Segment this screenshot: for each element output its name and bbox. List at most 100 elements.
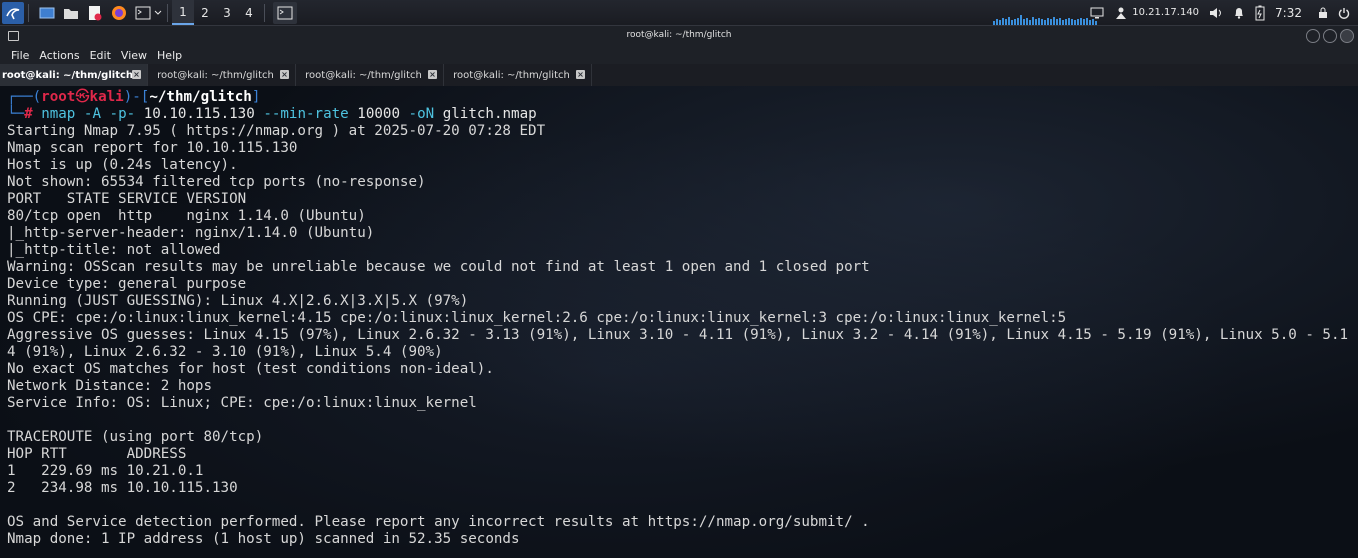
window-titlebar[interactable]: root@kali: ~/thm/glitch — [0, 25, 1358, 46]
output-line: PORT STATE SERVICE VERSION — [7, 191, 247, 207]
output-line: |_http-server-header: nginx/1.14.0 (Ubun… — [7, 225, 375, 241]
network-icon[interactable] — [1114, 6, 1128, 20]
output-line: 2 234.98 ms 10.10.115.130 — [7, 480, 238, 496]
minimize-button[interactable] — [1306, 29, 1320, 43]
command-output: Starting Nmap 7.95 ( https://nmap.org ) … — [7, 123, 1358, 548]
prompt-bracket: └─ — [7, 106, 25, 122]
command-arg: 10.10.115.130 — [143, 106, 255, 122]
command-option: -p- — [109, 106, 136, 122]
ip-address: 10.21.17.140 — [1132, 7, 1200, 18]
active-terminal-task-icon[interactable] — [273, 1, 297, 24]
notification-bell-icon[interactable] — [1233, 6, 1245, 19]
cpu-graph-bar — [1017, 18, 1019, 25]
tab-label: root@kali: ~/thm/glitch — [157, 69, 274, 81]
volume-icon[interactable] — [1209, 7, 1223, 19]
command-name: nmap — [41, 106, 76, 122]
output-line: 80/tcp open http nginx 1.14.0 (Ubuntu) — [7, 208, 366, 224]
command-option: -oN — [408, 106, 435, 122]
prompt-bracket: ] — [251, 89, 261, 105]
command-arg: 10000 — [357, 106, 400, 122]
tab-4[interactable]: root@kali: ~/thm/glitch × — [444, 64, 592, 86]
output-line: No exact OS matches for host (test condi… — [7, 361, 494, 377]
desktop-icon[interactable] — [37, 3, 57, 23]
menubar: File Actions Edit View Help — [0, 46, 1358, 64]
cpu-graph-bar — [1047, 18, 1049, 25]
prompt-user: root — [41, 89, 76, 105]
workspace-1[interactable]: 1 — [172, 0, 194, 25]
output-line: Not shown: 65534 filtered tcp ports (no-… — [7, 174, 426, 190]
output-line: Network Distance: 2 hops — [7, 378, 212, 394]
prompt-host: kali — [89, 89, 124, 105]
output-line: |_http-title: not allowed — [7, 242, 221, 258]
workspace-3[interactable]: 3 — [216, 0, 238, 25]
cpu-graph-bar — [1032, 17, 1034, 25]
cpu-graph-bar — [1002, 18, 1004, 25]
workspace-2[interactable]: 2 — [194, 0, 216, 25]
output-line: Starting Nmap 7.95 ( https://nmap.org ) … — [7, 123, 546, 139]
menu-edit[interactable]: Edit — [90, 49, 111, 62]
command-option: -A — [83, 106, 101, 122]
lock-icon[interactable] — [1318, 7, 1328, 19]
prompt-bracket: )-[ — [123, 89, 150, 105]
prompt-path: ~/thm/glitch — [149, 89, 252, 105]
output-line: Host is up (0.24s latency). — [7, 157, 238, 173]
tab-close-icon[interactable]: × — [132, 70, 141, 79]
battery-icon[interactable] — [1255, 5, 1265, 21]
cpu-graph-bar — [1026, 18, 1028, 25]
tab-3[interactable]: root@kali: ~/thm/glitch × — [296, 64, 444, 86]
prompt-line-2: └─# nmap -A -p- 10.10.115.130 --min-rate… — [7, 106, 1358, 123]
terminal-output[interactable]: ┌──(root㉿kali)-[~/thm/glitch] └─# nmap -… — [0, 86, 1358, 558]
kali-menu-icon[interactable] — [2, 1, 24, 24]
prompt-hash: # — [24, 106, 33, 122]
tab-1[interactable]: root@kali: ~/thm/glitch × — [0, 64, 148, 86]
clock[interactable]: 7:32 — [1275, 6, 1302, 20]
output-line: OS and Service detection performed. Plea… — [7, 514, 870, 530]
firefox-icon[interactable] — [109, 3, 129, 23]
output-line: Device type: general purpose — [7, 276, 247, 292]
window-title: root@kali: ~/thm/glitch — [626, 30, 732, 40]
display-icon[interactable] — [1090, 7, 1104, 19]
maximize-button[interactable] — [1323, 29, 1337, 43]
cpu-graph-bar — [1020, 15, 1022, 25]
text-editor-icon[interactable] — [85, 3, 105, 23]
command-arg: glitch.nmap — [442, 106, 537, 122]
output-line: Service Info: OS: Linux; CPE: cpe:/o:lin… — [7, 395, 477, 411]
output-line: 1 229.69 ms 10.21.0.1 — [7, 463, 204, 479]
prompt-bracket: ┌──( — [7, 89, 42, 105]
power-icon[interactable] — [1338, 7, 1350, 19]
file-manager-icon[interactable] — [61, 3, 81, 23]
output-line: Nmap done: 1 IP address (1 host up) scan… — [7, 531, 520, 547]
menu-help[interactable]: Help — [157, 49, 182, 62]
tab-label: root@kali: ~/thm/glitch — [453, 69, 570, 81]
terminal-launcher-icon[interactable] — [133, 3, 153, 23]
command-option: --min-rate — [263, 106, 349, 122]
prompt-skull-icon: ㉿ — [75, 89, 90, 105]
tab-close-icon[interactable]: × — [428, 70, 437, 79]
menu-actions[interactable]: Actions — [39, 49, 79, 62]
tab-close-icon[interactable]: × — [280, 70, 289, 79]
tab-close-icon[interactable]: × — [576, 70, 585, 79]
output-line: TRACEROUTE (using port 80/tcp) — [7, 429, 264, 445]
tab-2[interactable]: root@kali: ~/thm/glitch × — [148, 64, 296, 86]
cpu-graph-bar — [1008, 17, 1010, 25]
output-line: HOP RTT ADDRESS — [7, 446, 187, 462]
output-line: 4 (91%), Linux 2.6.32 - 3.10 (91%), Linu… — [7, 344, 443, 360]
tab-bar: root@kali: ~/thm/glitch × root@kali: ~/t… — [0, 64, 1358, 86]
cpu-graph-bar — [1038, 18, 1040, 25]
top-panel: 1 2 3 4 10.21.17.140 7:32 — [0, 0, 1358, 25]
menu-view[interactable]: View — [121, 49, 147, 62]
prompt-line-1: ┌──(root㉿kali)-[~/thm/glitch] — [7, 89, 1358, 106]
tab-label: root@kali: ~/thm/glitch — [1, 69, 134, 81]
menu-file[interactable]: File — [11, 49, 29, 62]
cpu-graph-bar — [1068, 18, 1070, 25]
output-line: Running (JUST GUESSING): Linux 4.X|2.6.X… — [7, 293, 469, 309]
output-line: Warning: OSScan results may be unreliabl… — [7, 259, 870, 275]
workspace-4[interactable]: 4 — [238, 0, 260, 25]
cpu-graph-bar — [1059, 18, 1061, 25]
close-button[interactable] — [1340, 29, 1354, 43]
chevron-down-icon[interactable] — [153, 3, 163, 23]
output-line: Nmap scan report for 10.10.115.130 — [7, 140, 298, 156]
output-line: OS CPE: cpe:/o:linux:linux_kernel:4.15 c… — [7, 310, 1067, 326]
